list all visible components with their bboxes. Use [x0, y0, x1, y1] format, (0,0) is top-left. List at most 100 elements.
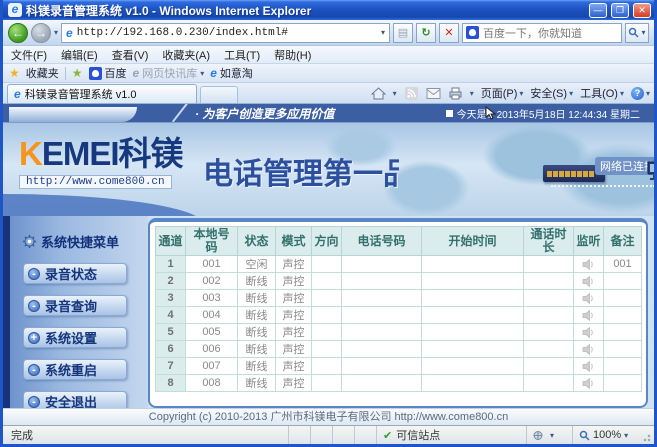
printer-icon[interactable] [448, 87, 463, 100]
sidebar-item-recording-query[interactable]: - 录音查询 [23, 295, 127, 316]
menu-favorites[interactable]: 收藏夹(A) [162, 47, 210, 63]
security-zone: ✔ 可信站点 [376, 426, 526, 444]
safety-menu-button[interactable]: 安全(S)▾ [530, 85, 573, 101]
back-button[interactable]: ← [8, 23, 28, 43]
banner-headline: 电话管理第一品 [203, 149, 399, 193]
monitor-cell[interactable] [574, 324, 604, 341]
compatibility-view-button[interactable]: ▤ [393, 23, 413, 43]
page-icon: e [66, 26, 73, 40]
stop-button[interactable]: ✕ [439, 23, 459, 43]
speaker-icon[interactable] [582, 293, 595, 304]
minus-icon: - [28, 364, 40, 376]
table-cell [312, 324, 342, 341]
search-button[interactable]: ▾ [625, 23, 649, 43]
table-cell [312, 290, 342, 307]
table-cell [604, 358, 642, 375]
ie-icon: e [133, 66, 140, 80]
menu-file[interactable]: 文件(F) [11, 47, 47, 63]
table-cell: 断线 [238, 307, 276, 324]
new-tab-button[interactable] [200, 86, 238, 103]
sidebar-item-system-settings[interactable]: + 系统设置 [23, 327, 127, 348]
channel-row: 8008断线声控 [156, 375, 642, 392]
rss-icon[interactable] [404, 87, 419, 100]
monitor-cell[interactable] [574, 358, 604, 375]
forward-button[interactable]: → [31, 23, 51, 43]
address-dropdown-icon[interactable]: ▾ [381, 28, 385, 37]
minus-icon: - [28, 396, 40, 408]
speaker-icon[interactable] [582, 276, 595, 287]
menu-tools[interactable]: 工具(T) [224, 47, 260, 63]
close-button[interactable]: ✕ [633, 3, 651, 18]
gear-icon [23, 235, 36, 248]
table-cell [342, 290, 422, 307]
table-cell [604, 375, 642, 392]
active-tab[interactable]: e 科镁录音管理系统 v1.0 [7, 84, 197, 103]
speaker-icon[interactable] [582, 344, 595, 355]
monitor-cell[interactable] [574, 375, 604, 392]
home-dropdown-icon[interactable]: ▾ [393, 89, 397, 98]
speaker-icon[interactable] [582, 259, 595, 270]
tools-menu-button[interactable]: 工具(O)▾ [580, 85, 624, 101]
table-cell [342, 273, 422, 290]
favorite-link-baidu[interactable]: 百度 [89, 65, 127, 81]
speaker-icon[interactable] [582, 378, 595, 389]
dotted-connection-line [551, 185, 654, 187]
minimize-button[interactable]: — [589, 3, 607, 18]
search-input[interactable]: 百度一下，你就知道 [483, 25, 618, 41]
favorites-bar: ★ 收藏夹 ★ 百度 e 网页快讯库 ▾ e 如意淘 [3, 64, 654, 83]
mouse-cursor-icon [485, 106, 496, 120]
speaker-icon[interactable] [582, 361, 595, 372]
refresh-button[interactable]: ↻ [416, 23, 436, 43]
maximize-button[interactable]: ❐ [611, 3, 629, 18]
table-cell [422, 307, 524, 324]
monitor-cell[interactable] [574, 273, 604, 290]
resize-grip[interactable] [642, 426, 654, 444]
main-area: 系统快捷菜单 - 录音状态 - 录音查询 + 系统设置 - 系统重启 [3, 216, 654, 408]
history-dropdown-icon[interactable]: ▾ [54, 28, 58, 37]
monitor-cell[interactable] [574, 307, 604, 324]
baidu-icon [466, 26, 479, 39]
table-cell: 1 [156, 256, 186, 273]
protected-mode-button[interactable]: ▾ [526, 426, 572, 444]
page-menu-button[interactable]: 页面(P)▾ [481, 85, 524, 101]
table-cell: 007 [186, 358, 238, 375]
status-panel [288, 426, 310, 444]
menu-edit[interactable]: 编辑(E) [61, 47, 98, 63]
monitor-cell[interactable] [574, 256, 604, 273]
channel-row: 3003断线声控 [156, 290, 642, 307]
menu-view[interactable]: 查看(V) [112, 47, 149, 63]
search-dropdown-icon[interactable]: ▾ [641, 28, 645, 37]
sidebar-item-safe-exit[interactable]: - 安全退出 [23, 391, 127, 408]
speaker-icon[interactable] [582, 327, 595, 338]
decorative-swoosh [3, 194, 203, 216]
help-menu-button[interactable]: ?▾ [631, 87, 650, 100]
print-dropdown-icon[interactable]: ▾ [470, 89, 474, 98]
mail-icon[interactable] [426, 87, 441, 100]
home-icon[interactable] [371, 87, 386, 100]
table-cell [524, 307, 574, 324]
decorative-tab-shape [9, 107, 137, 122]
zoom-control[interactable]: 100% ▾ [572, 426, 642, 444]
add-favorites-icon[interactable]: ★ [72, 66, 83, 80]
channel-row: 6006断线声控 [156, 341, 642, 358]
divider [65, 67, 66, 80]
sidebar-item-recording-status[interactable]: - 录音状态 [23, 263, 127, 284]
table-cell: 声控 [276, 256, 312, 273]
table-cell [422, 375, 524, 392]
table-cell [524, 290, 574, 307]
favorite-link-ruyitao[interactable]: e 如意淘 [210, 65, 253, 81]
monitor-cell[interactable] [574, 341, 604, 358]
table-cell: 6 [156, 341, 186, 358]
sidebar-item-system-restart[interactable]: - 系统重启 [23, 359, 127, 380]
monitor-cell[interactable] [574, 290, 604, 307]
ie-icon: e [14, 87, 21, 101]
url-text[interactable]: http://192.168.0.230/index.html# [77, 27, 377, 39]
favorites-button[interactable]: 收藏夹 [26, 65, 59, 81]
address-field[interactable]: e http://192.168.0.230/index.html# ▾ [61, 23, 390, 43]
table-cell: 声控 [276, 290, 312, 307]
search-box[interactable]: 百度一下，你就知道 [462, 23, 622, 43]
favorite-link-webslice[interactable]: e 网页快讯库 ▾ [133, 65, 205, 81]
column-header: 模式 [276, 227, 312, 256]
speaker-icon[interactable] [582, 310, 595, 321]
menu-help[interactable]: 帮助(H) [274, 47, 311, 63]
